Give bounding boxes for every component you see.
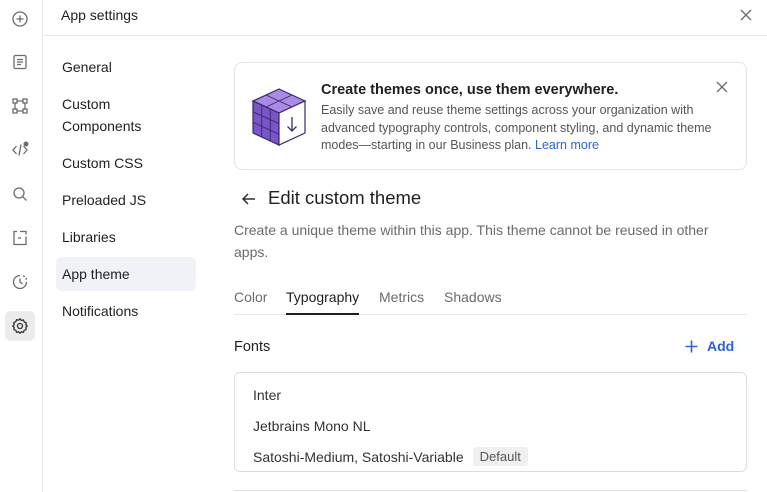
list-item[interactable]: Jetbrains Mono NL — [235, 410, 746, 441]
plus-icon — [685, 340, 698, 352]
settings-nav: General Custom Components Custom CSS Pre… — [56, 50, 196, 331]
tab-metrics[interactable]: Metrics — [379, 289, 424, 313]
workflow-icon[interactable] — [5, 91, 35, 121]
list-item[interactable]: Satoshi-Medium, Satoshi-Variable Default — [235, 441, 746, 472]
theme-tabs: Color Typography Metrics Shadows — [234, 282, 747, 315]
upgrade-banner: Create themes once, use them everywhere.… — [234, 62, 747, 170]
settings-header: App settings — [44, 0, 767, 36]
font-name: Satoshi-Medium, Satoshi-Variable — [253, 448, 464, 465]
search-icon[interactable] — [5, 179, 35, 209]
back-arrow-icon[interactable] — [240, 190, 258, 208]
fonts-section-label: Fonts — [234, 339, 271, 355]
divider — [234, 490, 747, 491]
nav-item-custom-css[interactable]: Custom CSS — [56, 146, 196, 180]
document-icon[interactable] — [5, 47, 35, 77]
theme-cube-icon — [251, 88, 307, 146]
font-name: Inter — [253, 386, 282, 403]
tab-typography[interactable]: Typography — [286, 289, 360, 315]
close-icon[interactable] — [737, 6, 755, 24]
list-item[interactable]: Inter — [235, 379, 746, 410]
nav-item-general[interactable]: General — [56, 50, 196, 84]
page-description: Create a unique theme within this app. T… — [234, 222, 709, 260]
tab-color[interactable]: Color — [234, 289, 267, 313]
icon-rail — [0, 0, 43, 492]
nav-item-notifications[interactable]: Notifications — [56, 294, 196, 328]
page-title: Edit custom theme — [268, 187, 422, 208]
banner-body: Easily save and reuse theme settings acr… — [321, 102, 721, 155]
banner-body-text: Easily save and reuse theme settings acr… — [321, 103, 712, 152]
font-name: Jetbrains Mono NL — [253, 417, 371, 434]
code-icon[interactable] — [5, 135, 35, 165]
font-list: Inter Jetbrains Mono NL Satoshi-Medium, … — [234, 372, 747, 472]
nav-item-custom-components[interactable]: Custom Components — [56, 87, 166, 143]
gear-icon[interactable] — [5, 311, 35, 341]
tab-shadows[interactable]: Shadows — [444, 289, 502, 313]
add-font-label: Add — [707, 338, 735, 354]
state-icon[interactable] — [5, 223, 35, 253]
add-font-button[interactable]: Add — [684, 338, 734, 354]
history-icon[interactable] — [5, 267, 35, 297]
plus-circle-icon[interactable] — [5, 4, 35, 34]
nav-item-libraries[interactable]: Libraries — [56, 220, 196, 254]
learn-more-link[interactable]: Learn more — [535, 138, 599, 152]
nav-item-preloaded-js[interactable]: Preloaded JS — [56, 183, 196, 217]
banner-title: Create themes once, use them everywhere. — [321, 82, 619, 98]
header-title: App settings — [61, 7, 139, 23]
nav-item-app-theme[interactable]: App theme — [56, 257, 196, 291]
close-icon[interactable] — [714, 79, 730, 95]
default-badge: Default — [472, 447, 528, 466]
